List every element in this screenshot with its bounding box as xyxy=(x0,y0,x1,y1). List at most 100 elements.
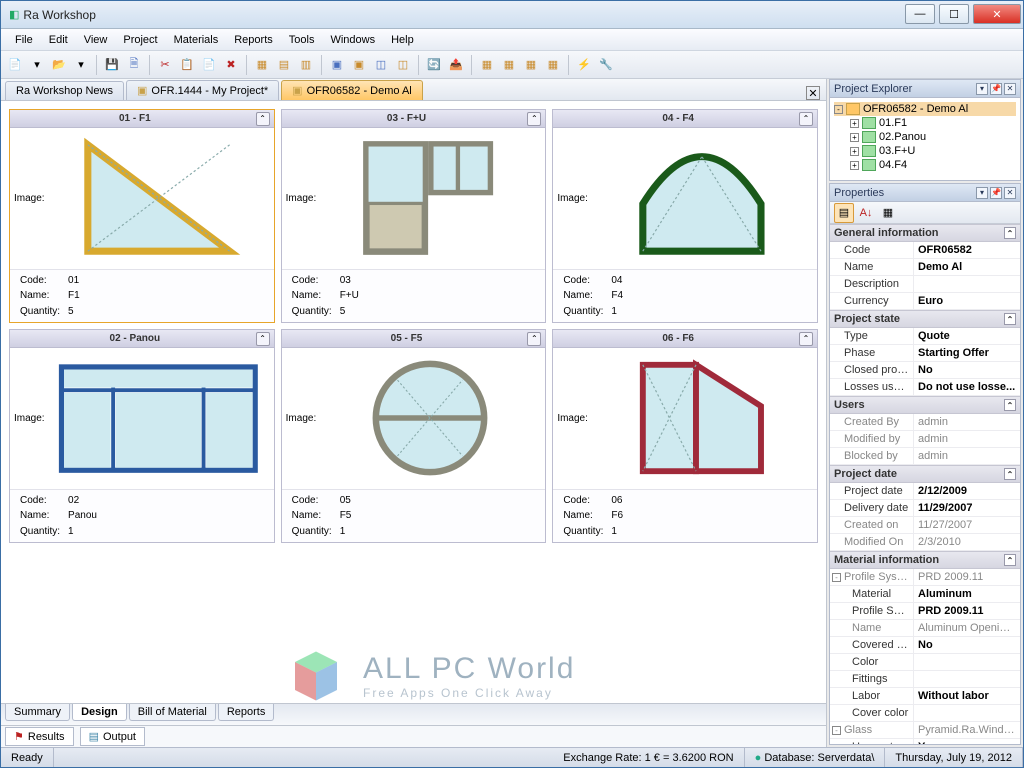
property-row[interactable]: TypeQuote xyxy=(830,328,1020,345)
property-row[interactable]: Profile SystemPRD 2009.11 xyxy=(830,603,1020,620)
tree-root[interactable]: -OFR06582 - Demo Al xyxy=(834,102,1016,116)
tab-ofr06582[interactable]: ▣OFR06582 - Demo Al xyxy=(281,80,423,100)
property-row[interactable]: Created on11/27/2007 xyxy=(830,517,1020,534)
menu-project[interactable]: Project xyxy=(115,32,165,48)
save-all-button[interactable]: 🗎 xyxy=(124,55,144,75)
close-button[interactable]: ✕ xyxy=(973,4,1021,24)
property-row[interactable]: NameDemo Al xyxy=(830,259,1020,276)
tool-a[interactable]: ▦ xyxy=(252,55,272,75)
property-row[interactable]: Fittings xyxy=(830,671,1020,688)
window-d[interactable]: ◫ xyxy=(393,55,413,75)
property-category[interactable]: Project state⌃ xyxy=(830,310,1020,328)
proj-d[interactable]: ▦ xyxy=(543,55,563,75)
tab-ofr1444[interactable]: ▣OFR.1444 - My Project* xyxy=(126,80,279,100)
property-row[interactable]: Modified On2/3/2010 xyxy=(830,534,1020,551)
property-row[interactable]: Use materialYes xyxy=(830,739,1020,744)
property-row[interactable]: CodeOFR06582 xyxy=(830,242,1020,259)
tab-reports[interactable]: Reports xyxy=(218,704,275,721)
tree-item[interactable]: +04.F4 xyxy=(850,158,1016,172)
collapse-icon[interactable]: ⌃ xyxy=(256,332,270,346)
panel-dropdown-icon[interactable]: ▾ xyxy=(976,83,988,95)
menu-windows[interactable]: Windows xyxy=(322,32,383,48)
property-row[interactable]: CurrencyEuro xyxy=(830,293,1020,310)
proj-b[interactable]: ▦ xyxy=(499,55,519,75)
alphabetical-icon[interactable]: A↓ xyxy=(856,203,876,223)
tree-item[interactable]: +02.Panou xyxy=(850,130,1016,144)
property-row[interactable]: Description xyxy=(830,276,1020,293)
property-category[interactable]: General information⌃ xyxy=(830,224,1020,242)
collapse-icon[interactable]: ⌃ xyxy=(799,112,813,126)
property-row[interactable]: Closed projectNo xyxy=(830,362,1020,379)
panel-pin-icon[interactable]: 📌 xyxy=(990,83,1002,95)
close-tab-button[interactable]: ✕ xyxy=(806,86,820,100)
tab-bom[interactable]: Bill of Material xyxy=(129,704,216,721)
property-category[interactable]: Users⌃ xyxy=(830,396,1020,414)
property-row[interactable]: Color xyxy=(830,654,1020,671)
tree-item[interactable]: +03.F+U xyxy=(850,144,1016,158)
tool-b[interactable]: ▤ xyxy=(274,55,294,75)
property-row[interactable]: LaborWithout labor xyxy=(830,688,1020,705)
categorized-icon[interactable]: ▤ xyxy=(834,203,854,223)
proj-a[interactable]: ▦ xyxy=(477,55,497,75)
menu-materials[interactable]: Materials xyxy=(166,32,227,48)
save-button[interactable]: 💾 xyxy=(102,55,122,75)
property-row[interactable]: Modified byadmin xyxy=(830,431,1020,448)
menu-help[interactable]: Help xyxy=(383,32,422,48)
panel-pin-icon[interactable]: 📌 xyxy=(990,187,1002,199)
window-b[interactable]: ▣ xyxy=(349,55,369,75)
menu-file[interactable]: File xyxy=(7,32,41,48)
collapse-icon[interactable]: ⌃ xyxy=(527,112,541,126)
item-card-04[interactable]: 04 - F4⌃ Image: Code:04 Name:F4 Quantity… xyxy=(552,109,818,323)
menu-reports[interactable]: Reports xyxy=(226,32,281,48)
property-row[interactable]: Blocked byadmin xyxy=(830,448,1020,465)
maximize-button[interactable]: ☐ xyxy=(939,4,969,24)
tab-design[interactable]: Design xyxy=(72,704,127,721)
prop-tool-icon[interactable]: ▦ xyxy=(878,203,898,223)
property-row[interactable]: -GlassPyramid.Ra.Windo... xyxy=(830,722,1020,739)
tree-item[interactable]: +01.F1 xyxy=(850,116,1016,130)
window-a[interactable]: ▣ xyxy=(327,55,347,75)
tab-news[interactable]: Ra Workshop News xyxy=(5,81,124,100)
new-dropdown[interactable]: ▾ xyxy=(27,55,47,75)
delete-button[interactable]: ✖ xyxy=(221,55,241,75)
export-button[interactable]: 📤 xyxy=(446,55,466,75)
property-row[interactable]: PhaseStarting Offer xyxy=(830,345,1020,362)
item-card-03[interactable]: 03 - F+U⌃ Image: Code:03 Name:F+U Quanti… xyxy=(281,109,547,323)
panel-close-icon[interactable]: ✕ xyxy=(1004,83,1016,95)
item-card-05[interactable]: 05 - F5⌃ Image: Code:05 Name:F5 Quantity… xyxy=(281,329,547,543)
cut-button[interactable]: ✂ xyxy=(155,55,175,75)
output-tab[interactable]: ▤Output xyxy=(80,727,145,746)
panel-close-icon[interactable]: ✕ xyxy=(1004,187,1016,199)
property-row[interactable]: -Profile SystemPRD 2009.11 xyxy=(830,569,1020,586)
menu-edit[interactable]: Edit xyxy=(41,32,76,48)
property-row[interactable]: MaterialAluminum xyxy=(830,586,1020,603)
results-tab[interactable]: ⚑Results xyxy=(5,727,74,746)
property-row[interactable]: Created Byadmin xyxy=(830,414,1020,431)
property-row[interactable]: Delivery date11/29/2007 xyxy=(830,500,1020,517)
minimize-button[interactable]: — xyxy=(905,4,935,24)
menu-view[interactable]: View xyxy=(76,32,116,48)
refresh-button[interactable]: 🔄 xyxy=(424,55,444,75)
tool-c[interactable]: ▥ xyxy=(296,55,316,75)
proj-c[interactable]: ▦ xyxy=(521,55,541,75)
property-row[interactable]: Losses usage moDo not use losse... xyxy=(830,379,1020,396)
panel-dropdown-icon[interactable]: ▾ xyxy=(976,187,988,199)
copy-button[interactable]: 📋 xyxy=(177,55,197,75)
property-row[interactable]: Covered systeNo xyxy=(830,637,1020,654)
property-category[interactable]: Project date⌃ xyxy=(830,465,1020,483)
item-card-06[interactable]: 06 - F6⌃ Image: Code:06 Name:F6 Quantity… xyxy=(552,329,818,543)
open-button[interactable]: 📂 xyxy=(49,55,69,75)
settings-button[interactable]: 🔧 xyxy=(596,55,616,75)
collapse-icon[interactable]: ⌃ xyxy=(256,112,270,126)
paste-button[interactable]: 📄 xyxy=(199,55,219,75)
menu-tools[interactable]: Tools xyxy=(281,32,323,48)
property-row[interactable]: NameAluminum Opening ... xyxy=(830,620,1020,637)
item-card-01[interactable]: 01 - F1⌃ Image: Code:01 Name:F1 Quantity… xyxy=(9,109,275,323)
property-row[interactable]: Project date2/12/2009 xyxy=(830,483,1020,500)
tab-summary[interactable]: Summary xyxy=(5,704,70,721)
collapse-icon[interactable]: ⌃ xyxy=(527,332,541,346)
open-dropdown[interactable]: ▾ xyxy=(71,55,91,75)
collapse-icon[interactable]: ⌃ xyxy=(799,332,813,346)
lightning-button[interactable]: ⚡ xyxy=(574,55,594,75)
item-card-02[interactable]: 02 - Panou⌃ Image: Code:02 Name:Panou Qu… xyxy=(9,329,275,543)
